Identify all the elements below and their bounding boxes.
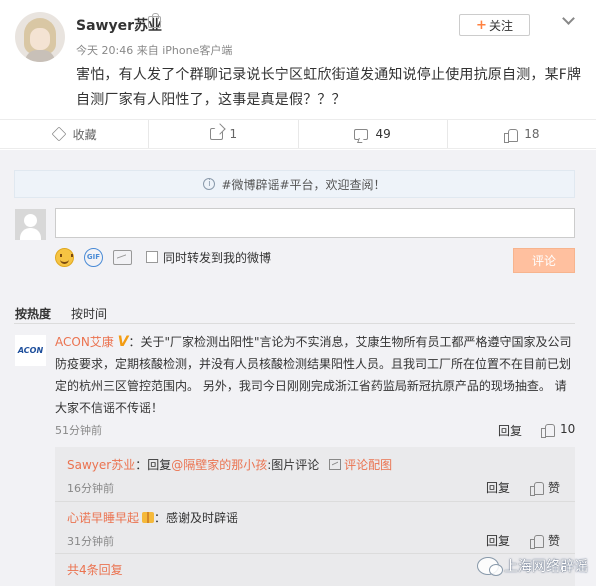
- reply-time: 31分钟前: [67, 535, 114, 548]
- like-button[interactable]: 18: [446, 120, 596, 148]
- reply-username[interactable]: 心诺早睡早起: [67, 511, 139, 525]
- wechat-icon: [477, 557, 503, 576]
- reply-like-button[interactable]: 赞: [530, 532, 560, 549]
- reply-time: 16分钟前: [67, 482, 114, 495]
- weibo-post: Sawyer苏业 今天 20:46 来自 iPhone客户端 + 关注 害怕，有…: [0, 0, 596, 120]
- reply-item: Sawyer苏业：回复@隔壁家的那小孩:图片评论 评论配图: [67, 458, 393, 472]
- follow-button[interactable]: + 关注: [459, 14, 530, 36]
- reply-item: 心诺早睡早起 ：感谢及时辟谣: [67, 511, 239, 525]
- repost-button[interactable]: 1: [148, 120, 297, 148]
- comment-button[interactable]: 49: [297, 120, 447, 148]
- post-text: 害怕，有人发了个群聊记录说长宁区虹欣街道发通知说停止使用抗原自测，某F牌 自测厂…: [76, 67, 582, 108]
- tab-sort-hot[interactable]: 按热度: [15, 305, 51, 322]
- divider: [55, 553, 575, 554]
- comment-icon: [354, 128, 369, 140]
- plus-icon: +: [476, 17, 487, 33]
- comment-input[interactable]: [55, 208, 575, 238]
- thumbs-up-icon: [530, 481, 544, 496]
- comment-like-button[interactable]: 10: [541, 422, 575, 438]
- compose-toolbar: GIF 同时转发到我的微博: [55, 246, 271, 268]
- follow-label: 关注: [488, 18, 513, 33]
- current-user-avatar: [15, 209, 46, 240]
- tab-sort-time[interactable]: 按时间: [71, 305, 107, 322]
- post-meta: 今天 20:46 来自 iPhone客户端: [76, 44, 233, 57]
- repost-icon: [209, 128, 223, 140]
- comment-text: ACON艾康 V：关于"厂家检测出阳性"言论为不实消息，艾康生物所有员工都严格遵…: [55, 334, 572, 415]
- favorite-icon: [51, 126, 67, 142]
- reply-reply-button[interactable]: 回复: [486, 532, 510, 549]
- divider: [55, 501, 575, 502]
- view-all-replies-link[interactable]: 共4条回复: [67, 561, 123, 578]
- chevron-down-icon[interactable]: [562, 14, 576, 24]
- commenter-name[interactable]: ACON艾康: [55, 335, 114, 349]
- image-icon[interactable]: [113, 249, 132, 265]
- user-avatar[interactable]: [15, 12, 65, 62]
- info-icon: i: [203, 178, 216, 190]
- post-action-bar: 收藏 1 49 18: [0, 119, 596, 149]
- emoji-icon[interactable]: [55, 247, 74, 267]
- submit-comment-button[interactable]: 评论: [513, 248, 575, 273]
- thumbs-up-icon: [530, 534, 544, 549]
- gif-icon[interactable]: GIF: [84, 247, 103, 267]
- comment-section: i #微博辟谣#平台，欢迎查阅！ GIF 同时转发到我的微博 评论 按热度 按时…: [0, 150, 596, 586]
- repost-also-checkbox[interactable]: [146, 251, 158, 263]
- commenter-avatar[interactable]: ACON: [15, 335, 46, 366]
- reply-username[interactable]: Sawyer苏业: [67, 458, 135, 472]
- comment-time: 51分钟前: [55, 424, 102, 437]
- gift-icon: [142, 512, 155, 523]
- comment-reply-button[interactable]: 回复: [498, 422, 522, 439]
- mention-link[interactable]: @隔壁家的那小孩: [171, 458, 267, 472]
- favorite-button[interactable]: 收藏: [0, 120, 148, 148]
- image-icon: [329, 459, 342, 470]
- reply-reply-button[interactable]: 回复: [486, 479, 510, 496]
- repost-also-label: 同时转发到我的微博: [163, 250, 272, 265]
- view-comment-image-link[interactable]: 评论配图: [344, 458, 392, 472]
- verified-badge-icon: V: [117, 334, 129, 350]
- divider: [14, 323, 575, 324]
- rumor-notice-bar[interactable]: i #微博辟谣#平台，欢迎查阅！: [14, 170, 575, 198]
- member-icon: [148, 13, 161, 28]
- source-watermark: 上海网络辟谣: [477, 556, 588, 576]
- thumbs-up-icon: [504, 128, 519, 143]
- reply-like-button[interactable]: 赞: [530, 479, 560, 496]
- thumbs-up-icon: [541, 423, 555, 438]
- sort-tabs: 按热度 按时间: [15, 305, 107, 322]
